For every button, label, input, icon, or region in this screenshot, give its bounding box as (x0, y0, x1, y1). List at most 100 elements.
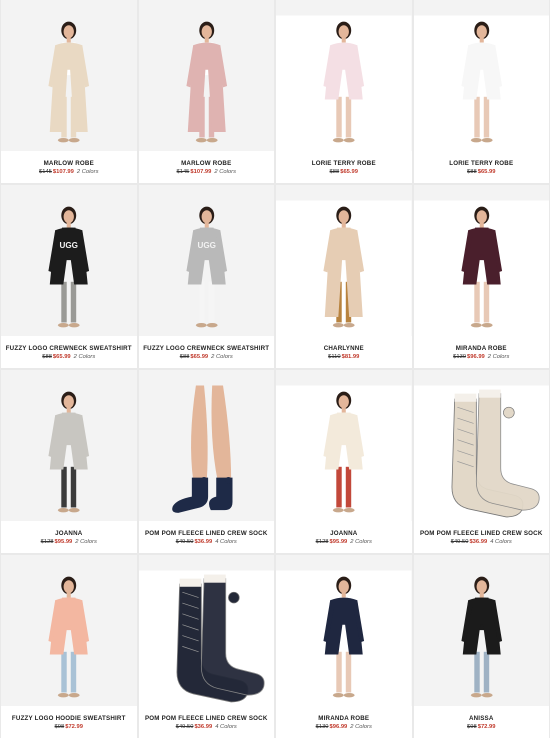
product-image[interactable]: UGG (1, 185, 137, 336)
color-count[interactable]: 4 Colors (490, 539, 512, 545)
product-card[interactable]: POM POM FLEECE LINED CREW SOCK $49.50$36.… (138, 555, 275, 738)
product-info: POM POM FLEECE LINED CREW SOCK $49.50$36.… (414, 521, 550, 553)
color-count[interactable]: 2 Colors (75, 539, 97, 545)
person-beige-long-robe (1, 15, 137, 151)
price-line: $98$72.99 (414, 724, 550, 730)
product-card[interactable]: UGG FUZZY LOGO CREWNECK SWEATSHIRT $88$65.… (138, 185, 275, 368)
price-line: $128$95.99 2 Colors (276, 539, 412, 545)
color-count[interactable]: 2 Colors (488, 354, 510, 360)
original-price: $98 (467, 723, 477, 730)
product-name[interactable]: ANISSA (414, 715, 550, 722)
product-card[interactable]: FUZZY LOGO HOODIE SWEATSHIRT $98$72.99 (1, 555, 137, 738)
product-card[interactable]: JOANNA $128$95.99 2 Colors (1, 370, 137, 553)
sale-price: $72.99 (477, 723, 496, 730)
person-peach-hoodie (1, 570, 137, 706)
price-line: $98$72.99 (1, 724, 137, 730)
product-image[interactable] (138, 0, 274, 151)
original-price: $110 (328, 353, 341, 360)
product-card[interactable]: POM POM FLEECE LINED CREW SOCK $49.50$36.… (138, 370, 275, 553)
original-price: $145 (39, 168, 52, 175)
original-price: $49.50 (175, 538, 194, 545)
person-black-poncho (413, 570, 549, 706)
original-price: $98 (54, 723, 65, 730)
product-card[interactable]: LORIE TERRY ROBE $88$65.99 (413, 0, 550, 183)
product-card[interactable]: MIRANDA ROBE $130$96.99 2 Colors (276, 555, 412, 738)
sale-price: $81.99 (341, 353, 360, 360)
color-count[interactable]: 2 Colors (77, 169, 99, 175)
product-name[interactable]: FUZZY LOGO HOODIE SWEATSHIRT (1, 715, 137, 722)
product-name[interactable]: LORIE TERRY ROBE (276, 160, 412, 167)
svg-text:UGG: UGG (197, 241, 216, 250)
original-price: $145 (176, 168, 190, 175)
product-image[interactable] (276, 185, 412, 336)
product-name[interactable]: MIRANDA ROBE (414, 345, 550, 352)
product-name[interactable]: JOANNA (276, 530, 412, 537)
sale-price: $107.99 (52, 168, 74, 175)
original-price: $130 (315, 723, 329, 730)
product-name[interactable]: FUZZY LOGO CREWNECK SWEATSHIRT (1, 345, 137, 352)
product-card[interactable]: ANISSA $98$72.99 (413, 555, 550, 738)
color-count[interactable]: 2 Colors (74, 354, 96, 360)
product-image[interactable] (138, 555, 274, 706)
person-burgundy-robe (413, 200, 549, 336)
navy-knit-socks (138, 570, 274, 706)
price-line: $145$107.99 2 Colors (139, 169, 275, 175)
sale-price: $95.99 (54, 538, 73, 545)
original-price: $88 (467, 168, 477, 175)
product-card[interactable]: LORIE TERRY ROBE $88$65.99 (276, 0, 412, 183)
color-count[interactable]: 2 Colors (350, 724, 372, 730)
product-name[interactable]: JOANNA (1, 530, 137, 537)
person-grey-ugg-sweatshirt: UGG (138, 200, 274, 336)
product-card[interactable]: MARLOW ROBE $145$107.99 2 Colors (138, 0, 275, 183)
product-card[interactable]: UGG FUZZY LOGO CREWNECK SWEATSHIRT $88$65.… (1, 185, 137, 368)
product-name[interactable]: POM POM FLEECE LINED CREW SOCK (139, 530, 275, 537)
product-name[interactable]: POM POM FLEECE LINED CREW SOCK (139, 715, 275, 722)
product-card[interactable]: JOANNA $128$95.99 2 Colors (276, 370, 412, 553)
color-count[interactable]: 2 Colors (211, 354, 233, 360)
product-info: JOANNA $128$95.99 2 Colors (276, 521, 412, 553)
product-name[interactable]: CHARLYNNE (276, 345, 412, 352)
product-info: LORIE TERRY ROBE $88$65.99 (276, 151, 412, 183)
product-name[interactable]: FUZZY LOGO CREWNECK SWEATSHIRT (139, 345, 275, 352)
product-card[interactable]: CHARLYNNE $110$81.99 (276, 185, 412, 368)
product-name[interactable]: MIRANDA ROBE (276, 715, 412, 722)
product-name[interactable]: MARLOW ROBE (139, 160, 275, 167)
product-image[interactable] (1, 370, 137, 521)
price-line: $49.50$36.99 4 Colors (139, 724, 275, 730)
color-count[interactable]: 4 Colors (215, 539, 237, 545)
product-image[interactable] (1, 0, 137, 151)
product-card[interactable]: POM POM FLEECE LINED CREW SOCK $49.50$36.… (413, 370, 550, 553)
product-card[interactable]: MARLOW ROBE $145$107.99 2 Colors (1, 0, 137, 183)
sale-price: $107.99 (190, 168, 212, 175)
product-name[interactable]: POM POM FLEECE LINED CREW SOCK (414, 530, 550, 537)
product-image[interactable] (276, 0, 412, 151)
person-black-ugg-sweatshirt: UGG (1, 200, 137, 336)
price-line: $88$65.99 (414, 169, 550, 175)
sale-price: $72.99 (65, 723, 83, 730)
sale-price: $36.99 (469, 538, 488, 545)
product-info: POM POM FLEECE LINED CREW SOCK $49.50$36.… (139, 706, 275, 738)
color-count[interactable]: 4 Colors (215, 724, 237, 730)
color-count[interactable]: 2 Colors (214, 169, 236, 175)
product-card[interactable]: MIRANDA ROBE $130$96.99 2 Colors (413, 185, 550, 368)
product-image[interactable]: UGG (138, 185, 274, 336)
sale-price: $36.99 (194, 538, 213, 545)
person-navy-robe (276, 570, 412, 706)
product-name[interactable]: MARLOW ROBE (1, 160, 137, 167)
product-info: CHARLYNNE $110$81.99 (276, 336, 412, 368)
product-image[interactable] (413, 555, 549, 706)
product-image[interactable] (276, 370, 412, 521)
price-line: $88$65.99 2 Colors (1, 354, 137, 360)
price-line: $49.50$36.99 4 Colors (139, 539, 275, 545)
person-grey-knit-poncho (1, 385, 137, 521)
color-count[interactable]: 2 Colors (350, 539, 372, 545)
product-name[interactable]: LORIE TERRY ROBE (414, 160, 550, 167)
product-image[interactable] (413, 0, 549, 151)
svg-text:UGG: UGG (59, 241, 78, 250)
product-image[interactable] (138, 370, 274, 521)
product-image[interactable] (276, 555, 412, 706)
product-image[interactable] (413, 185, 549, 336)
product-image[interactable] (1, 555, 137, 706)
person-white-terry-robe (413, 15, 549, 151)
product-image[interactable] (413, 370, 549, 521)
